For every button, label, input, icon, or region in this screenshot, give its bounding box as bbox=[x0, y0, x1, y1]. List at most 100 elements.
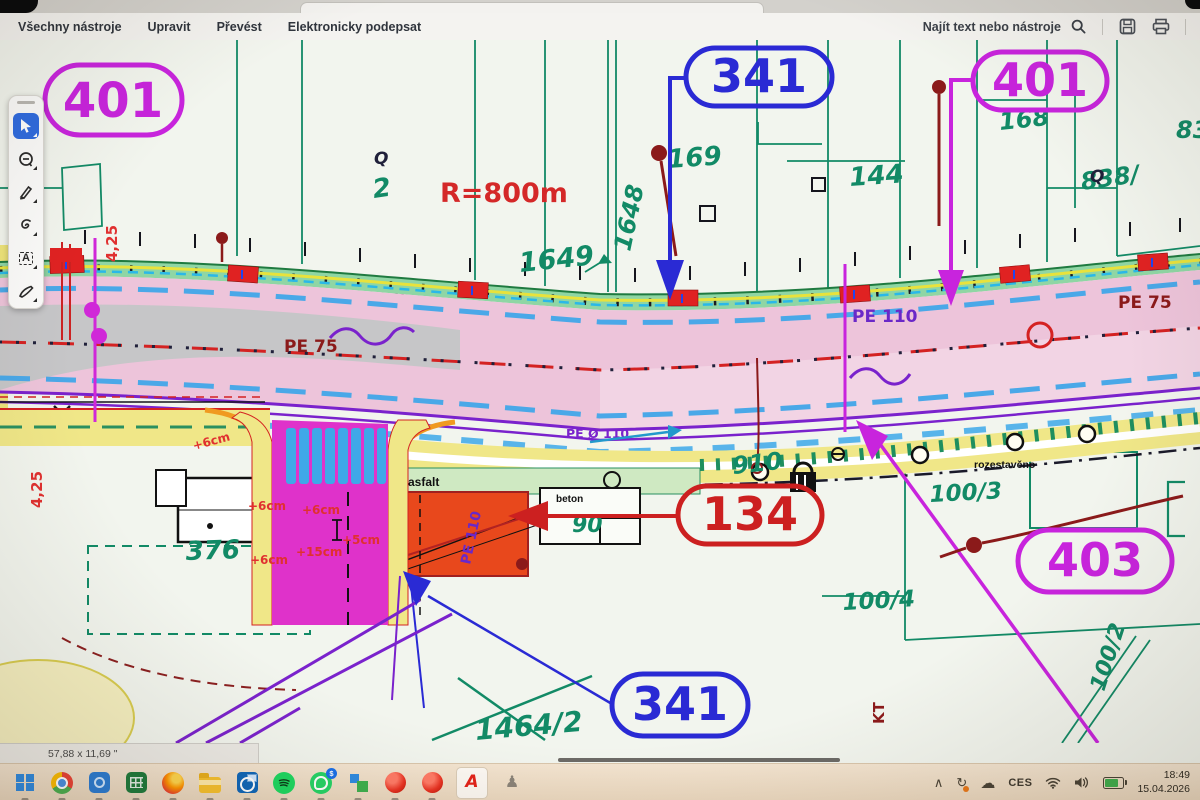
comment-tool-button[interactable] bbox=[13, 146, 39, 172]
search-box[interactable]: Najít text nebo nástroje bbox=[923, 17, 1088, 37]
windows-logo-icon bbox=[16, 774, 34, 792]
thickness-note: +6cm bbox=[248, 499, 286, 513]
width-note: 4,25 bbox=[28, 471, 46, 508]
tray-expand-chevron[interactable]: ∧ bbox=[934, 775, 944, 791]
phone-glyph bbox=[314, 776, 328, 790]
language-indicator[interactable]: CES bbox=[1008, 777, 1032, 789]
firefox-icon[interactable] bbox=[160, 770, 186, 796]
wifi-icon[interactable] bbox=[1045, 777, 1061, 789]
thickness-note: +5cm bbox=[342, 533, 380, 547]
menu-bar: Všechny nástroje Upravit Převést Elektro… bbox=[18, 20, 421, 34]
textbox-tool-button[interactable]: A bbox=[13, 245, 39, 271]
whatsapp-badge: $ bbox=[326, 768, 337, 779]
system-tray: ∧ ↻ ☁ CES 18:49 15.04.2026 bbox=[934, 769, 1190, 795]
width-note: 4,25 bbox=[103, 225, 121, 262]
spotify-icon[interactable] bbox=[271, 770, 297, 796]
signature-tool-button[interactable] bbox=[13, 212, 39, 238]
acrobat-taskbar-icon[interactable]: A bbox=[456, 767, 488, 799]
thickness-note: +15cm bbox=[296, 545, 342, 559]
window-tab-strip bbox=[0, 0, 1200, 13]
quick-tools-panel: A bbox=[8, 95, 44, 309]
onedrive-cloud-icon[interactable]: ☁ bbox=[980, 774, 995, 792]
fill-sign-icon bbox=[18, 284, 35, 299]
windows-taskbar: $ A ♟ ∧ ↻ ☁ CES 18:49 15.04.2026 bbox=[0, 763, 1200, 800]
ref-label-text: 341 bbox=[632, 677, 728, 731]
menu-esign[interactable]: Elektronicky podepsat bbox=[288, 20, 421, 34]
parcel-number: 83 bbox=[1176, 116, 1200, 144]
browser-red-icon-2[interactable] bbox=[419, 770, 445, 796]
ref-label-401-top-left: 401 bbox=[45, 65, 182, 135]
print-button[interactable] bbox=[1151, 17, 1171, 37]
parcel-number: 100/4 bbox=[842, 586, 916, 616]
parcel-number: 100/3 bbox=[929, 478, 1003, 508]
select-tool-button[interactable] bbox=[13, 113, 39, 139]
windows-start-button[interactable] bbox=[12, 770, 38, 796]
chrome-icon[interactable] bbox=[49, 770, 75, 796]
taskbar-apps: $ A ♟ bbox=[12, 767, 525, 799]
parcel-number: 910 bbox=[731, 447, 784, 480]
toolbar-divider-2 bbox=[1185, 19, 1186, 35]
tray-date: 15.04.2026 bbox=[1137, 783, 1190, 796]
tray-time: 18:49 bbox=[1137, 769, 1190, 782]
pipe-note: PE 110 bbox=[852, 307, 918, 327]
game-app-icon[interactable]: ♟ bbox=[499, 770, 525, 796]
pen-icon bbox=[18, 184, 34, 200]
ref-label-341-bottom: 341 bbox=[612, 674, 748, 736]
spreadsheet-app-icon[interactable] bbox=[123, 770, 149, 796]
outlook-icon[interactable] bbox=[234, 770, 260, 796]
battery-icon[interactable] bbox=[1103, 777, 1124, 789]
acrobat-logo-icon: A bbox=[465, 774, 478, 791]
ref-label-text: 134 bbox=[702, 487, 798, 541]
cursor-icon bbox=[19, 118, 33, 134]
menu-all-tools[interactable]: Všechny nástroje bbox=[18, 20, 122, 34]
ref-label-text: 401 bbox=[992, 53, 1088, 107]
whatsapp-icon[interactable]: $ bbox=[308, 770, 334, 796]
ref-label-text: 341 bbox=[711, 49, 807, 103]
surface-note: beton bbox=[556, 494, 583, 505]
office-tiles-icon[interactable] bbox=[345, 770, 371, 796]
surface-note: asfalt bbox=[408, 475, 439, 489]
ref-label-text: 401 bbox=[63, 73, 163, 129]
radius-note: R=800m bbox=[440, 178, 568, 209]
file-explorer-icon[interactable] bbox=[197, 770, 223, 796]
screen: Všechny nástroje Upravit Převést Elektro… bbox=[0, 0, 1200, 800]
panel-grip[interactable] bbox=[17, 101, 35, 104]
photo-corner-dark bbox=[0, 0, 38, 13]
acrobat-toolbar: Všechny nástroje Upravit Převést Elektro… bbox=[0, 13, 1200, 41]
ref-label-text: 403 bbox=[1047, 533, 1143, 587]
browser-red-icon-1[interactable] bbox=[382, 770, 408, 796]
comment-icon bbox=[18, 151, 35, 168]
pipe-note: PE 75 bbox=[1118, 293, 1172, 313]
pipe-note: PE 75 bbox=[284, 337, 338, 357]
thickness-note: +6cm bbox=[302, 503, 340, 517]
text-box-icon: A bbox=[19, 252, 33, 265]
search-label: Najít text nebo nástroje bbox=[923, 20, 1061, 34]
kt-note: KT bbox=[870, 701, 888, 724]
parcel-number: 169 bbox=[666, 141, 722, 175]
cad-drawing: 2 1649 1648 169 144 168 838/ 83 90 910 3… bbox=[0, 40, 1200, 743]
menu-edit[interactable]: Upravit bbox=[148, 20, 191, 34]
photos-app-icon[interactable] bbox=[86, 770, 112, 796]
menu-convert[interactable]: Převést bbox=[217, 20, 262, 34]
sync-icon[interactable]: ↻ bbox=[956, 775, 967, 791]
save-button[interactable] bbox=[1117, 17, 1137, 37]
parcel-number: 144 bbox=[848, 159, 904, 193]
page-size-status: 57,88 x 11,69 " bbox=[0, 743, 259, 763]
spotify-waves-icon bbox=[277, 776, 291, 790]
page-dimensions: 57,88 x 11,69 " bbox=[48, 748, 118, 760]
tray-clock[interactable]: 18:49 15.04.2026 bbox=[1137, 769, 1190, 795]
document-area: 2 1649 1648 169 144 168 838/ 83 90 910 3… bbox=[0, 40, 1200, 763]
horizontal-scrollbar[interactable] bbox=[558, 758, 840, 762]
map-symbol-q: Q bbox=[1090, 167, 1104, 187]
construction-note: rozestavěno bbox=[974, 459, 1035, 471]
signature-icon bbox=[18, 218, 34, 232]
parcel-number: 376 bbox=[185, 535, 240, 567]
fillsign-tool-button[interactable] bbox=[13, 278, 39, 304]
volume-icon[interactable] bbox=[1074, 776, 1090, 789]
ref-label-401-top-right: 401 bbox=[973, 52, 1107, 110]
map-symbol-q: Q bbox=[374, 149, 388, 169]
search-icon bbox=[1068, 17, 1088, 37]
thickness-note: +6cm bbox=[250, 553, 288, 567]
toolbar-divider bbox=[1102, 19, 1103, 35]
highlight-tool-button[interactable] bbox=[13, 179, 39, 205]
